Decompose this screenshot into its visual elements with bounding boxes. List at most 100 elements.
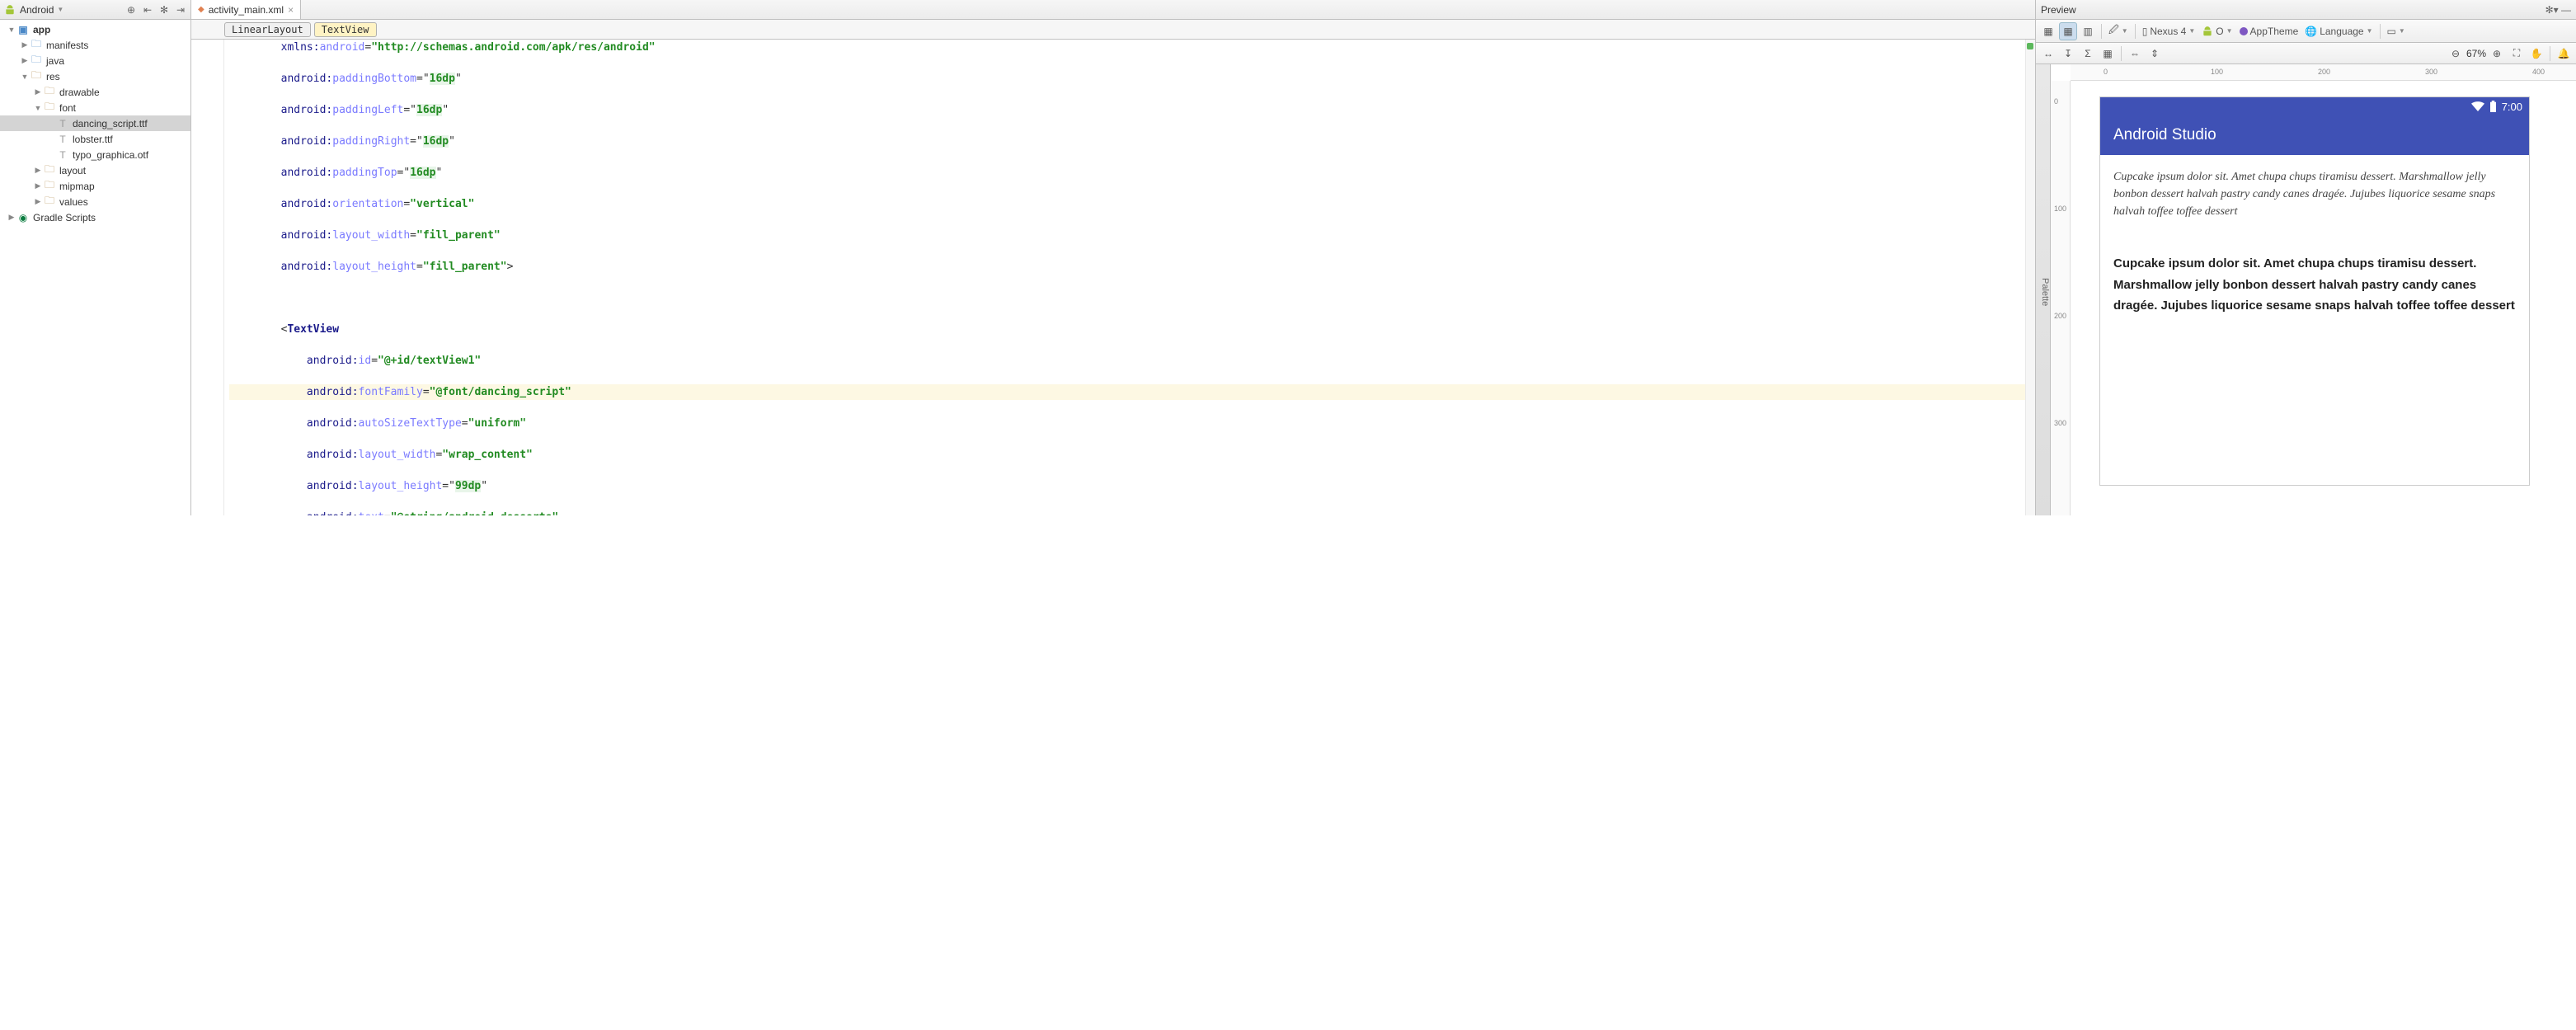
tool-sigma-icon[interactable]: Σ [2079,45,2097,63]
expand-arrow-icon[interactable]: ▼ [7,26,16,34]
textview1[interactable]: Cupcake ipsum dolor sit. Amet chupa chup… [2113,168,2516,220]
device-frame[interactable]: 7:00 Android Studio Cupcake ipsum dolor … [2100,97,2529,485]
expand-arrow-icon[interactable]: ▶ [33,87,43,96]
tree-row[interactable]: Tlobster.ttf [0,131,190,147]
tree-row[interactable]: ▶🗀mipmap [0,178,190,194]
expand-arrow-icon[interactable]: ▶ [7,213,16,222]
hide-icon[interactable]: — [2561,4,2571,16]
variants-dropdown[interactable]: ▭▼ [2385,22,2408,40]
tree-row[interactable]: ▶🗀layout [0,162,190,178]
device-body: Cupcake ipsum dolor sit. Amet chupa chup… [2100,155,2529,485]
zoom-fit-button[interactable]: ⛶ [2508,45,2526,63]
tree-label: app [33,24,50,35]
warnings-button[interactable]: 🔔 [2555,45,2573,63]
android-icon [2202,26,2213,37]
theme-label: AppTheme [2250,26,2299,37]
project-tree[interactable]: ▼▣app▶🗀manifests▶🗀java▼🗀res▶🗀drawable▼🗀f… [0,20,190,515]
tree-label: mipmap [59,181,95,192]
tab-label: activity_main.xml [209,4,284,16]
expand-arrow-icon[interactable]: ▼ [20,73,30,81]
preview-title: Preview [2041,4,2076,16]
project-header: Android ▼ ⊕ ⇤ ✻ ⇥ [0,0,190,20]
tree-label: java [46,55,64,67]
tree-row[interactable]: ▼🗀res [0,68,190,84]
font-file-icon: T [56,117,69,130]
api-label: O [2216,26,2223,37]
expand-arrow-icon[interactable]: ▶ [20,40,30,49]
code-text[interactable]: xmlns:android="http://schemas.android.co… [224,40,2025,515]
device-appbar: Android Studio [2100,115,2529,155]
zoom-out-button[interactable]: ⊖ [2447,45,2465,63]
tree-label: typo_graphica.otf [73,149,148,161]
project-view-dropdown[interactable]: Android ▼ [20,4,121,16]
ruler-vertical: 0100200300 [2051,81,2071,515]
tree-row[interactable]: Tdancing_script.ttf [0,115,190,131]
crumb-textview[interactable]: TextView [314,22,377,37]
close-icon[interactable]: × [288,4,294,16]
orientation-dropdown[interactable]: 🖉▼ [2106,22,2131,40]
gutter [191,40,224,515]
expand-arrow-icon[interactable]: ▼ [33,104,43,112]
gradle-icon: ◉ [16,211,30,224]
hide-icon[interactable]: ⇥ [174,3,187,16]
tool-grid-icon[interactable]: ▦ [2099,45,2117,63]
tree-label: Gradle Scripts [33,212,96,223]
tree-row[interactable]: ▼🗀font [0,100,190,115]
folder-icon: 🗀 [30,39,43,52]
expand-arrow-icon[interactable]: ▶ [33,181,43,190]
surface-blueprint-icon[interactable]: ▥ [2079,22,2097,40]
tree-row[interactable]: ▶◉Gradle Scripts [0,209,190,225]
tree-row[interactable]: ▶🗀drawable [0,84,190,100]
folder-icon: 🗀 [43,195,56,209]
language-dropdown[interactable]: 🌐 Language ▼ [2302,22,2375,40]
inspection-ok-icon [2027,43,2033,49]
device-dropdown[interactable]: ▯ Nexus 4 ▼ [2140,22,2198,40]
collapse-icon[interactable]: ⇤ [141,3,154,16]
tree-row[interactable]: ▶🗀java [0,53,190,68]
tree-label: dancing_script.ttf [73,118,148,129]
crumb-linearlayout[interactable]: LinearLayout [224,22,311,37]
tool-down-icon[interactable]: ↧ [2059,45,2077,63]
preview-toolbar-secondary: ↔ ↧ Σ ▦ ⇔ ⇕ ⊖ 67% ⊕ ⛶ ✋ 🔔 [2036,43,2576,64]
folder-icon: 🗀 [43,164,56,177]
design-surface[interactable]: 0100200300400 0100200300 7:00 Android St… [2051,64,2576,515]
expand-arrow-icon[interactable]: ▶ [20,56,30,65]
folder-icon: 🗀 [43,180,56,193]
gear-icon[interactable]: ✻▾ [2545,4,2559,16]
tool-arrows-icon[interactable]: ↔ [2039,45,2057,63]
zoom-label: 67% [2466,48,2486,59]
surface-design-icon[interactable]: ▦ [2059,22,2077,40]
tool-expand-h-icon[interactable]: ⇔ [2126,45,2144,63]
textview2[interactable]: Cupcake ipsum dolor sit. Amet chupa chup… [2113,253,2516,317]
gear-icon[interactable]: ✻ [157,3,171,16]
language-label: Language [2320,26,2363,37]
module-icon: ▣ [16,23,30,36]
expand-arrow-icon[interactable]: ▶ [33,166,43,175]
error-stripe[interactable] [2025,40,2035,515]
target-icon[interactable]: ⊕ [125,3,138,16]
theme-icon [2240,27,2248,35]
tab-activity-main[interactable]: ◆ activity_main.xml × [191,0,301,19]
preview-toolbar: ▦ ▦ ▥ 🖉▼ ▯ Nexus 4 ▼ O ▼ AppTheme 🌐 Lang… [2036,20,2576,43]
theme-dropdown[interactable]: AppTheme [2237,22,2301,40]
code-area[interactable]: xmlns:android="http://schemas.android.co… [191,40,2035,515]
globe-icon: 🌐 [2305,26,2317,37]
tree-label: res [46,71,60,82]
palette-strip[interactable]: Palette [2036,64,2051,515]
tree-row[interactable]: Ttypo_graphica.otf [0,147,190,162]
preview-panel: Preview ✻▾ — ▦ ▦ ▥ 🖉▼ ▯ Nexus 4 ▼ O ▼ Ap… [2036,0,2576,515]
surface-select-icon[interactable]: ▦ [2039,22,2057,40]
preview-body: Palette 0100200300400 0100200300 7:00 An… [2036,64,2576,515]
tool-expand-v-icon[interactable]: ⇕ [2146,45,2164,63]
api-dropdown[interactable]: O ▼ [2199,22,2235,40]
tree-row[interactable]: ▼▣app [0,21,190,37]
pan-button[interactable]: ✋ [2527,45,2545,63]
tree-row[interactable]: ▶🗀values [0,194,190,209]
font-file-icon: T [56,148,69,162]
status-time: 7:00 [2502,101,2522,113]
zoom-in-button[interactable]: ⊕ [2488,45,2506,63]
editor: ◆ activity_main.xml × LinearLayout TextV… [191,0,2036,515]
tree-row[interactable]: ▶🗀manifests [0,37,190,53]
expand-arrow-icon[interactable]: ▶ [33,197,43,206]
device-statusbar: 7:00 [2100,97,2529,115]
